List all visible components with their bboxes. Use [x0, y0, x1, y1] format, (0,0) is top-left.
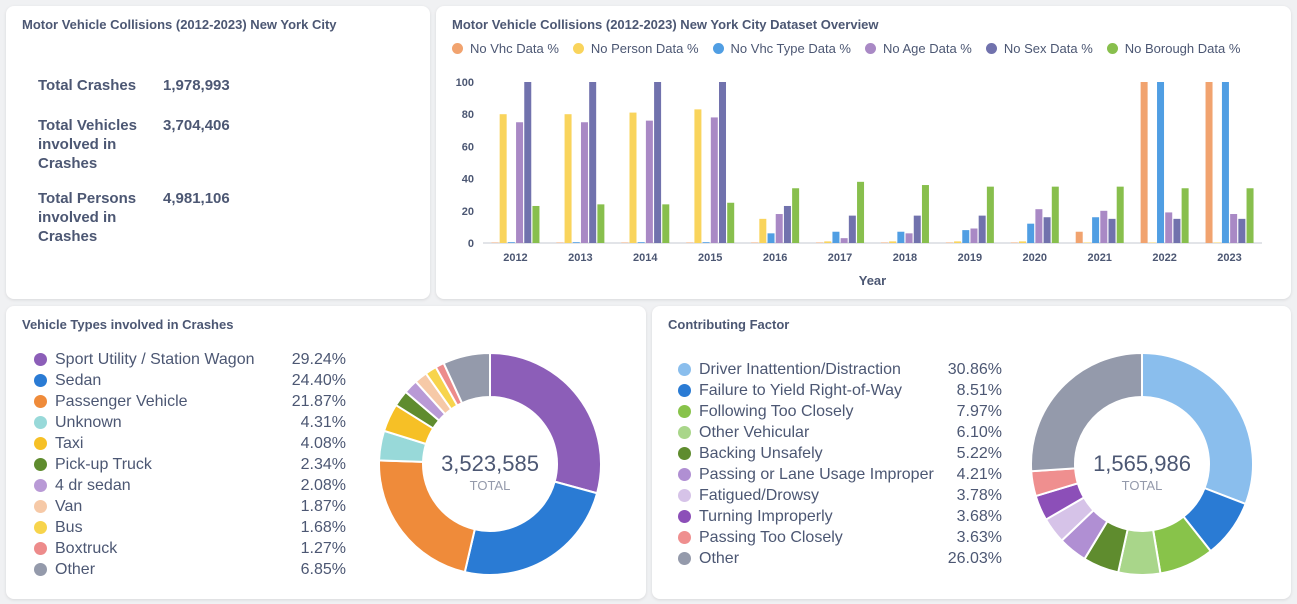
- bar-2017-no-sex-data[interactable]: [848, 215, 856, 243]
- donut-total-label: TOTAL: [470, 478, 511, 493]
- bar-2016-no-borough-data[interactable]: [792, 188, 800, 243]
- kpi-label: Total Crashes: [38, 77, 137, 94]
- x-tick-label: 2013: [568, 252, 592, 264]
- slice-passenger-vehicle[interactable]: [378, 459, 476, 574]
- bar-2016-no-person-data[interactable]: [759, 218, 767, 243]
- x-tick-label: 2016: [763, 252, 787, 264]
- bar-2018-no-age-data[interactable]: [905, 233, 913, 243]
- bar-2017-no-person-data[interactable]: [824, 241, 832, 243]
- y-tick-label: 100: [456, 77, 474, 89]
- bar-2020-no-borough-data[interactable]: [1051, 186, 1059, 243]
- bar-2012-no-vhc-type-data[interactable]: [507, 242, 515, 243]
- x-tick-label: 2019: [958, 252, 982, 264]
- bar-2014-no-sex-data[interactable]: [654, 82, 662, 243]
- bar-2018-no-borough-data[interactable]: [921, 185, 929, 243]
- kpi-label: Total Persons involved in Crashes: [38, 190, 137, 245]
- donut-total-value: 3,523,585: [441, 451, 539, 476]
- bar-2013-no-sex-data[interactable]: [589, 82, 597, 243]
- bar-2012-no-borough-data[interactable]: [532, 205, 540, 243]
- x-tick-label: 2017: [828, 252, 852, 264]
- bar-2013-no-age-data[interactable]: [580, 122, 588, 243]
- bar-2012-no-age-data[interactable]: [516, 122, 524, 243]
- bar-2018-no-sex-data[interactable]: [913, 215, 921, 243]
- x-axis-label: Year: [859, 273, 886, 288]
- x-tick-label: 2021: [1087, 252, 1111, 264]
- bar-2021-no-age-data[interactable]: [1100, 210, 1108, 243]
- donut-total-value: 1,565,986: [1093, 451, 1191, 476]
- vehicle-types-card: Vehicle Types involved in Crashes Sport …: [6, 306, 646, 599]
- bar-2015-no-borough-data[interactable]: [727, 202, 735, 243]
- x-tick-label: 2014: [633, 252, 658, 264]
- bar-2019-no-vhc-type-data[interactable]: [962, 230, 970, 243]
- x-tick-label: 2020: [1023, 252, 1047, 264]
- donut-total-label: TOTAL: [1122, 478, 1163, 493]
- bar-2015-no-age-data[interactable]: [710, 117, 718, 243]
- bar-2020-no-age-data[interactable]: [1035, 209, 1043, 243]
- bar-2014-no-age-data[interactable]: [645, 120, 653, 243]
- x-tick-label: 2018: [893, 252, 917, 264]
- totals-card: Motor Vehicle Collisions (2012-2023) New…: [6, 6, 430, 299]
- kpi-value: 1,978,993: [163, 77, 230, 94]
- y-tick-label: 20: [462, 206, 474, 218]
- bar-2022-no-sex-data[interactable]: [1173, 218, 1181, 243]
- bar-2017-no-borough-data[interactable]: [857, 181, 865, 243]
- bar-2021-no-vhc-data[interactable]: [1075, 231, 1083, 243]
- totals-card-title[interactable]: Motor Vehicle Collisions (2012-2023) New…: [22, 17, 337, 32]
- bar-2014-no-person-data[interactable]: [629, 112, 637, 243]
- kpi-label: Total Vehicles involved in Crashes: [38, 117, 137, 172]
- bar-2021-no-sex-data[interactable]: [1108, 218, 1116, 243]
- bar-2023-no-vhc-data[interactable]: [1205, 82, 1213, 243]
- bar-2022-no-vhc-data[interactable]: [1140, 82, 1148, 243]
- bar-2018-no-vhc-type-data[interactable]: [897, 231, 905, 243]
- bar-2012-no-sex-data[interactable]: [524, 82, 532, 243]
- vehicle-types-donut: 3,523,585 TOTAL: [378, 351, 602, 576]
- contributing-factor-card: Contributing Factor Driver Inattention/D…: [652, 306, 1291, 599]
- bar-2018-no-person-data[interactable]: [889, 241, 897, 243]
- bar-2016-no-sex-data[interactable]: [783, 205, 791, 243]
- bar-2013-no-borough-data[interactable]: [597, 204, 605, 243]
- x-tick-label: 2022: [1152, 252, 1176, 264]
- bar-2022-no-age-data[interactable]: [1165, 212, 1173, 243]
- bar-2016-no-age-data[interactable]: [775, 214, 783, 243]
- bar-2021-no-vhc-type-data[interactable]: [1092, 217, 1100, 243]
- bar-2020-no-person-data[interactable]: [1018, 241, 1026, 243]
- bar-2023-no-borough-data[interactable]: [1246, 188, 1254, 243]
- bar-2017-no-vhc-type-data[interactable]: [832, 231, 840, 243]
- grouped-bar-chart: 0 20 40 60 80 100 2012 2013 2014 2015 2016 2017 2018…: [456, 77, 1262, 288]
- slice-sedan[interactable]: [463, 480, 599, 576]
- bar-2012-no-person-data[interactable]: [499, 114, 507, 243]
- bar-2015-no-sex-data[interactable]: [719, 82, 727, 243]
- bar-2019-no-borough-data[interactable]: [986, 186, 994, 243]
- x-tick-label: 2012: [503, 252, 527, 264]
- bar-2020-no-sex-data[interactable]: [1043, 217, 1051, 243]
- y-tick-label: 40: [462, 174, 474, 186]
- kpi-value: 3,704,406: [163, 117, 230, 134]
- bar-2022-no-vhc-type-data[interactable]: [1157, 82, 1165, 243]
- contributing-factor-donut: 1,565,986 TOTAL: [1030, 351, 1254, 576]
- bar-2021-no-borough-data[interactable]: [1116, 186, 1124, 243]
- bar-2019-no-person-data[interactable]: [954, 241, 962, 243]
- bar-2016-no-vhc-type-data[interactable]: [767, 233, 775, 243]
- x-tick-label: 2015: [698, 252, 722, 264]
- bar-2014-no-vhc-type-data[interactable]: [637, 242, 645, 243]
- dataset-overview-card: Motor Vehicle Collisions (2012-2023) New…: [436, 6, 1291, 299]
- bar-2019-no-age-data[interactable]: [970, 228, 978, 243]
- y-tick-label: 0: [468, 238, 474, 250]
- bar-2013-no-person-data[interactable]: [564, 114, 572, 243]
- y-tick-label: 80: [462, 109, 474, 121]
- bar-2015-no-person-data[interactable]: [694, 109, 702, 244]
- bar-2013-no-vhc-type-data[interactable]: [572, 242, 580, 243]
- bar-2020-no-vhc-type-data[interactable]: [1027, 223, 1035, 243]
- bar-2017-no-age-data[interactable]: [840, 238, 848, 243]
- bar-2014-no-borough-data[interactable]: [662, 204, 670, 243]
- x-tick-label: 2023: [1217, 252, 1241, 264]
- y-tick-label: 60: [462, 141, 474, 153]
- bar-2023-no-sex-data[interactable]: [1238, 218, 1246, 243]
- bar-2023-no-age-data[interactable]: [1230, 214, 1238, 243]
- kpi-value: 4,981,106: [163, 190, 230, 207]
- bar-2019-no-sex-data[interactable]: [978, 215, 986, 243]
- bar-2022-no-borough-data[interactable]: [1181, 188, 1189, 243]
- bar-2023-no-vhc-type-data[interactable]: [1221, 82, 1229, 243]
- bar-2015-no-vhc-type-data[interactable]: [702, 242, 710, 243]
